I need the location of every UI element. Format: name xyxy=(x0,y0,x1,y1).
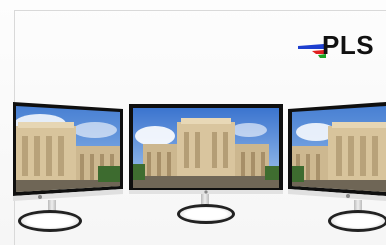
product-image: PLS xyxy=(0,0,386,245)
monitor-center xyxy=(129,104,283,230)
monitor-left xyxy=(0,96,130,236)
monitor-right xyxy=(288,96,386,236)
pls-logo: PLS xyxy=(298,30,378,64)
stand-right xyxy=(328,210,386,232)
logo-text: PLS xyxy=(322,30,375,60)
stand-center xyxy=(177,204,235,224)
stand-left xyxy=(18,210,82,232)
